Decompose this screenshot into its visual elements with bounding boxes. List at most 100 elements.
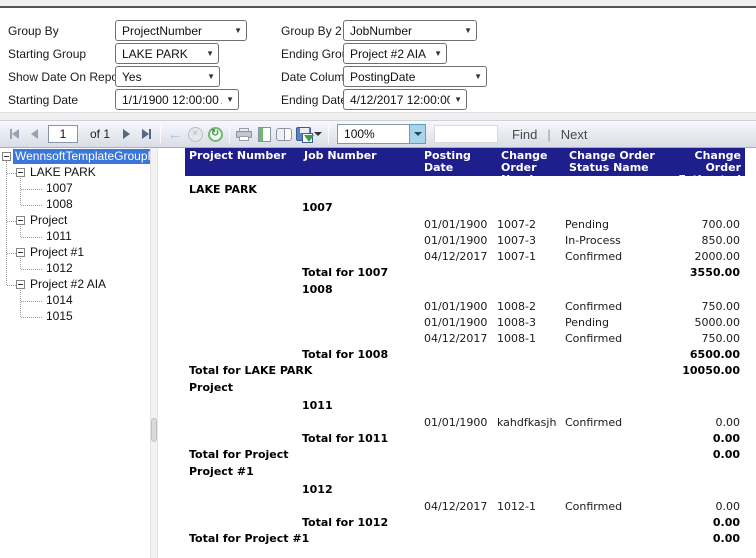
toolbar-separator: [229, 125, 230, 143]
print-layout-button[interactable]: [254, 123, 274, 145]
estimated-cost-cell: 0.00: [663, 500, 745, 513]
param-combo-group-by[interactable]: ProjectNumber▼: [115, 20, 247, 41]
export-button[interactable]: [294, 123, 324, 145]
tree-expander-icon[interactable]: [16, 280, 25, 289]
param-combo-ending-group[interactable]: Project #2 AIA▼: [343, 43, 447, 64]
zoom-dropdown-button[interactable]: [409, 124, 426, 144]
zoom-combobox[interactable]: 100%: [337, 124, 426, 144]
param-value: 4/12/2017 12:00:00 AM: [350, 93, 450, 107]
change-order-status-cell: Pending: [565, 316, 663, 329]
tree-expander-icon[interactable]: [16, 216, 25, 225]
param-label-starting-group: Starting Group: [8, 43, 86, 65]
stop-rendering-button[interactable]: ×: [185, 123, 205, 145]
tree-node-1008[interactable]: 1008: [0, 197, 150, 213]
document-map-splitter[interactable]: [150, 148, 158, 558]
posting-date-cell: 04/12/2017: [420, 332, 497, 345]
change-order-status-cell: Confirmed: [565, 500, 663, 513]
report-row-project-total: Total for LAKE PARK10050.00: [185, 362, 745, 378]
tree-node-lake-park[interactable]: LAKE PARK: [0, 165, 150, 181]
report-row-detail: 01/01/19001008-2Confirmed750.00: [185, 298, 745, 314]
tree-node-1012[interactable]: 1012: [0, 261, 150, 277]
report-row-job: 1011: [185, 396, 745, 414]
tree-node-project[interactable]: Project: [0, 213, 150, 229]
chevron-down-icon: ▼: [430, 49, 442, 58]
job-total-cost: 0.00: [663, 432, 745, 445]
column-header-change-order-number: Change Order Number: [497, 148, 565, 176]
project-total-cost: 0.00: [663, 448, 745, 461]
project-group-label: Project #1: [185, 465, 745, 478]
current-page-input[interactable]: [48, 125, 78, 143]
report-row-detail: 01/01/19001008-3Pending5000.00: [185, 314, 745, 330]
tree-node-label: Project #1: [28, 245, 86, 260]
param-label-ending-date: Ending Date: [281, 89, 347, 111]
report-row-project: Project: [185, 378, 745, 396]
chevron-down-icon: ▼: [222, 95, 234, 104]
first-page-button[interactable]: [4, 123, 24, 145]
tree-node-1014[interactable]: 1014: [0, 293, 150, 309]
param-value: 1/1/1900 12:00:00 AM: [122, 93, 222, 107]
project-total-cost: 10050.00: [663, 364, 745, 377]
tree-expander-icon[interactable]: [2, 152, 11, 161]
project-total-label: Total for Project #1: [185, 532, 663, 545]
job-group-label: 1008: [300, 283, 420, 296]
back-to-parent-button[interactable]: ←: [165, 123, 185, 145]
splitter-grip[interactable]: [151, 418, 157, 442]
tree-node-label: WennsoftTemplateGroupFilterD: [13, 149, 150, 164]
tree-node-1011[interactable]: 1011: [0, 229, 150, 245]
tree-guide-line: [20, 178, 21, 205]
report-table-header: Project NumberJob NumberPosting DateChan…: [185, 148, 745, 176]
param-combo-ending-date[interactable]: 4/12/2017 12:00:00 AM▼: [343, 89, 467, 110]
estimated-cost-cell: 0.00: [663, 416, 745, 429]
param-value: LAKE PARK: [122, 47, 188, 61]
tree-expander-icon[interactable]: [16, 168, 25, 177]
param-value: Yes: [122, 70, 142, 84]
posting-date-cell: 04/12/2017: [420, 250, 497, 263]
previous-page-button[interactable]: [24, 123, 44, 145]
param-combo-starting-group[interactable]: LAKE PARK▼: [115, 43, 219, 64]
param-combo-show-date-on-report[interactable]: Yes▼: [115, 66, 220, 87]
job-total-cost: 3550.00: [663, 266, 745, 279]
book-icon: [276, 128, 293, 141]
next-page-button[interactable]: [116, 123, 136, 145]
tree-node-project-1[interactable]: Project #1: [0, 245, 150, 261]
change-order-number-cell: 1007-1: [497, 250, 565, 263]
change-order-number-cell: 1007-2: [497, 218, 565, 231]
estimated-cost-cell: 750.00: [663, 332, 745, 345]
report-row-job: 1012: [185, 480, 745, 498]
project-total-label: Total for LAKE PARK: [185, 364, 663, 377]
tree-node-wennsofttemplategroupfilterd[interactable]: WennsoftTemplateGroupFilterD: [0, 149, 150, 165]
parameters-splitter[interactable]: [0, 112, 756, 120]
tree-guide-line: [20, 290, 21, 317]
report-row-job: 1007: [185, 198, 745, 216]
column-header-change-order-estimated-cost: Change Order Estimated Cost: [663, 148, 745, 176]
page-count-label: of 1: [90, 127, 110, 141]
param-value: ProjectNumber: [122, 24, 202, 38]
page-setup-button[interactable]: [274, 123, 294, 145]
refresh-button[interactable]: ↻: [205, 123, 225, 145]
print-button[interactable]: [234, 123, 254, 145]
last-page-button[interactable]: [136, 123, 156, 145]
estimated-cost-cell: 5000.00: [663, 316, 745, 329]
param-combo-starting-date[interactable]: 1/1/1900 12:00:00 AM▼: [115, 89, 239, 110]
tree-node-1007[interactable]: 1007: [0, 181, 150, 197]
estimated-cost-cell: 700.00: [663, 218, 745, 231]
report-row-job: 1008: [185, 280, 745, 298]
column-header-posting-date: Posting Date: [420, 148, 497, 176]
tree-node-project-2-aia[interactable]: Project #2 AIA: [0, 277, 150, 293]
tree-node-1015[interactable]: 1015: [0, 309, 150, 325]
param-value: JobNumber: [350, 24, 412, 38]
change-order-number-cell: 1012-1: [497, 500, 565, 513]
report-row-detail: 01/01/1900kahdfkasjhConfirmed0.00: [185, 414, 745, 430]
find-text-input[interactable]: [434, 125, 498, 143]
find-link[interactable]: Find: [512, 127, 537, 142]
tree-expander-icon[interactable]: [16, 248, 25, 257]
report-row-project-total: Total for Project #10.00: [185, 530, 745, 546]
report-row-project: LAKE PARK: [185, 180, 745, 198]
posting-date-cell: 01/01/1900: [420, 416, 497, 429]
param-combo-group-by-2[interactable]: JobNumber▼: [343, 20, 477, 41]
param-combo-date-column[interactable]: PostingDate▼: [343, 66, 487, 87]
job-total-label: Total for 1008: [300, 348, 663, 361]
next-link[interactable]: Next: [561, 127, 588, 142]
column-header-project-number: Project Number: [185, 148, 300, 176]
document-map-tree: WennsoftTemplateGroupFilterDLAKE PARK100…: [0, 148, 150, 558]
